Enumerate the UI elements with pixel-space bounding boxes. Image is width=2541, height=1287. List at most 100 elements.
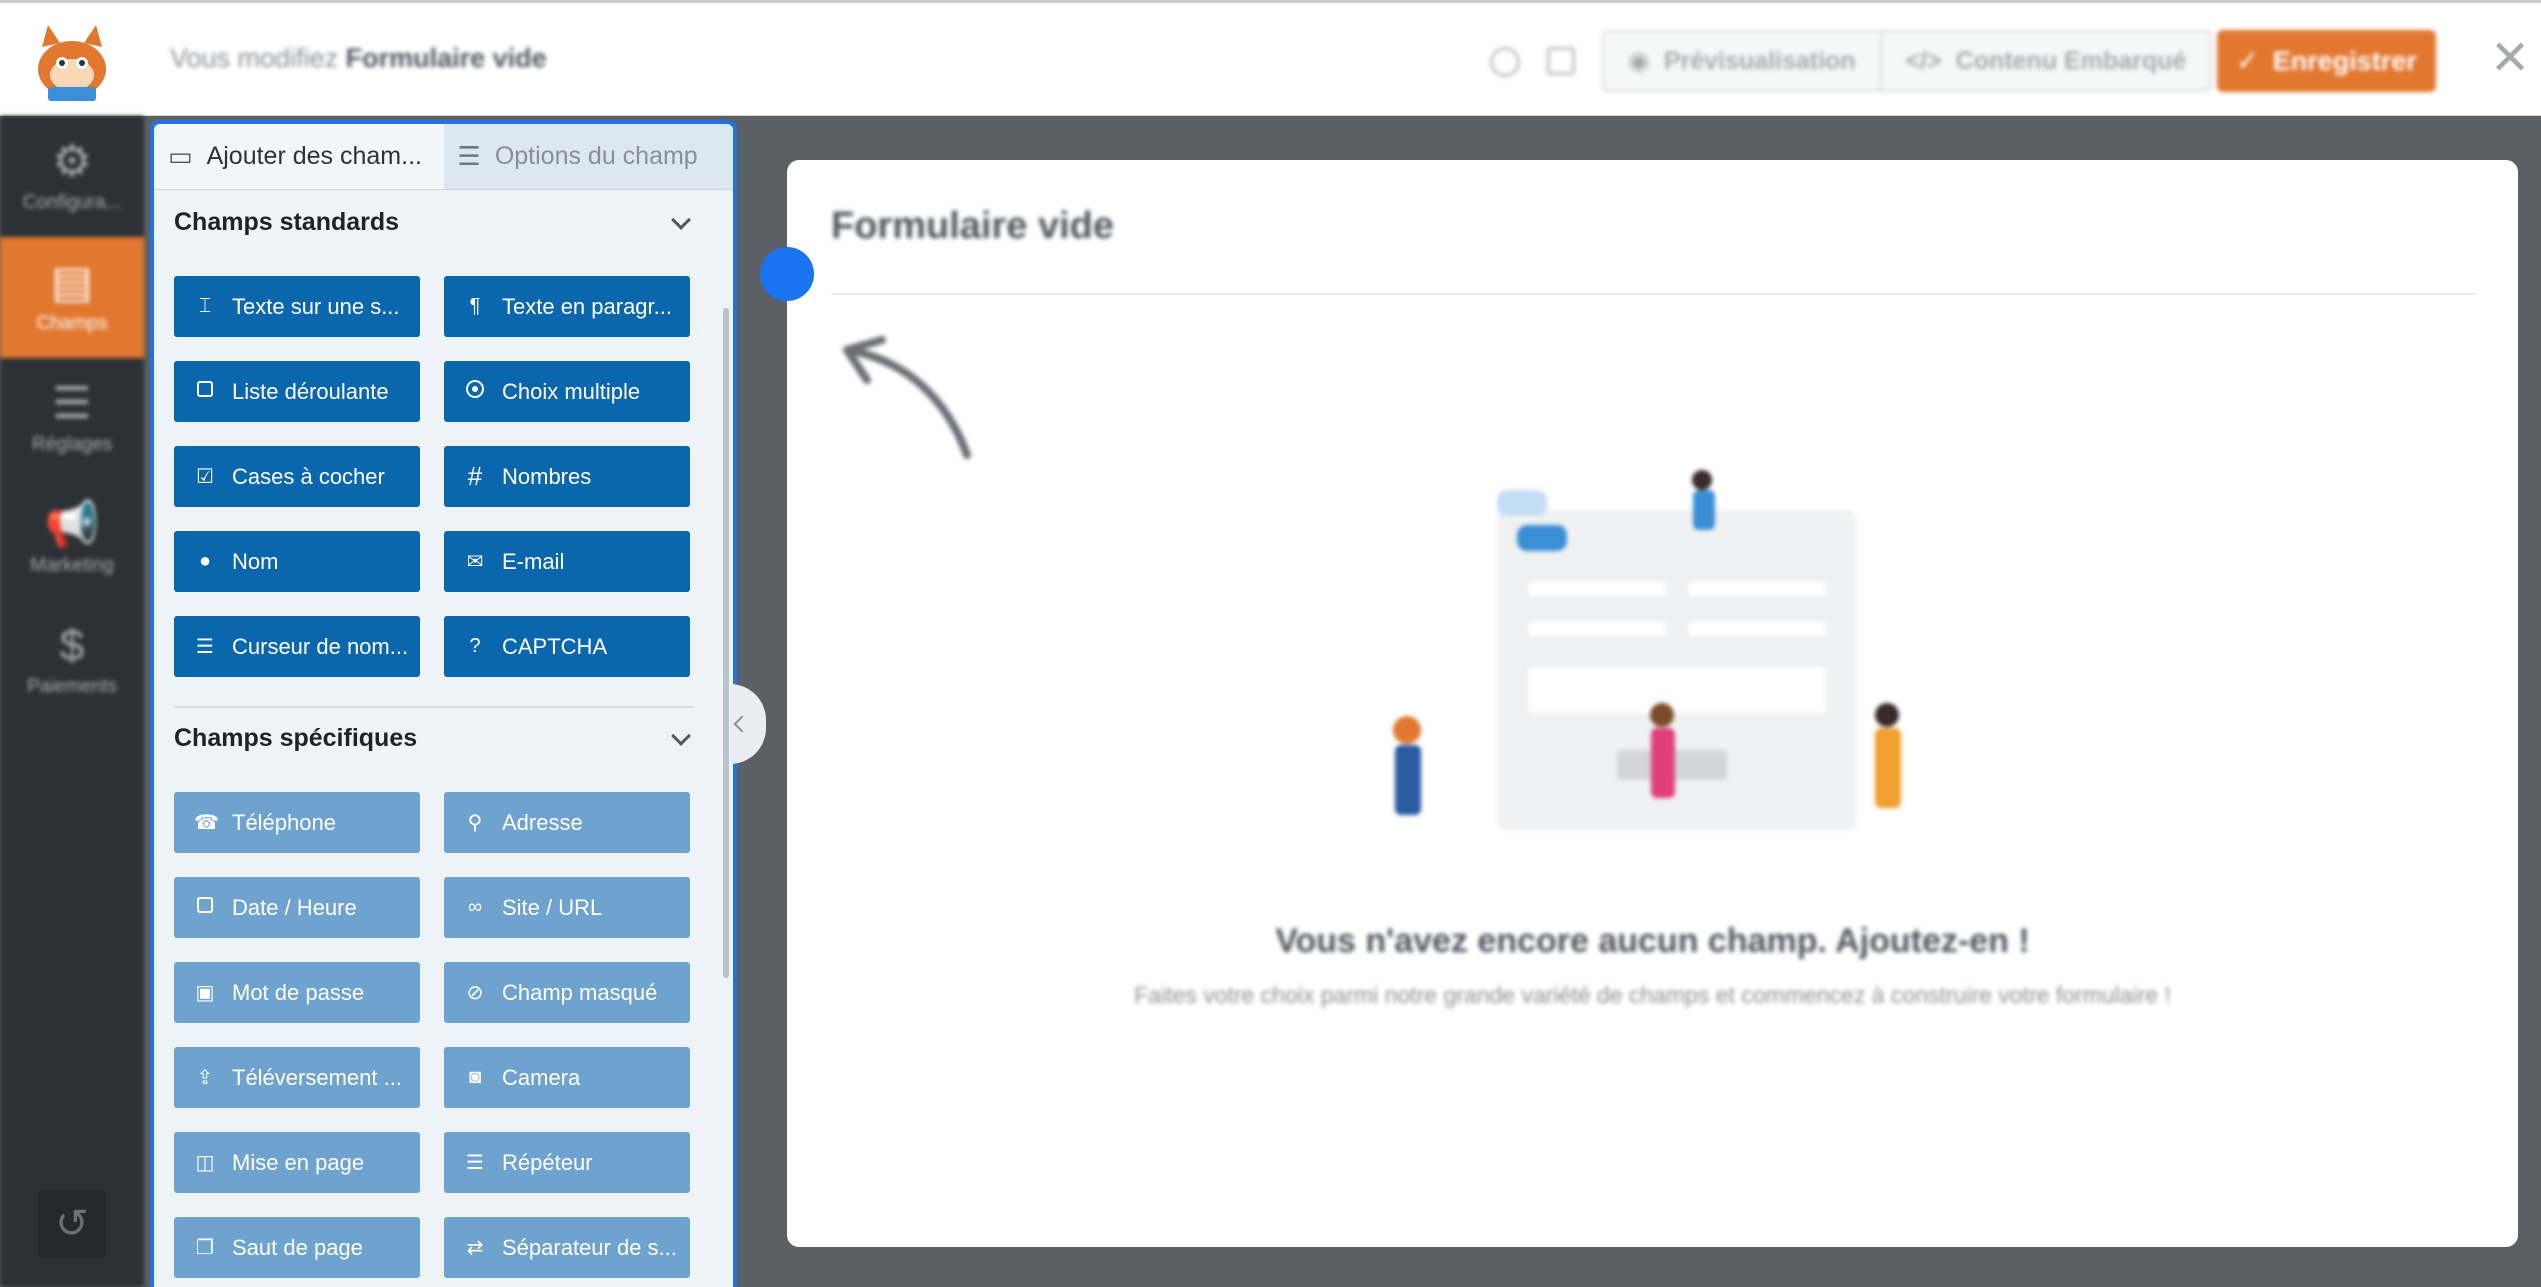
nav-item-settings[interactable]: ☰ Réglages	[0, 358, 144, 479]
fields-icon: ▤	[51, 257, 93, 307]
editing-label: Vous modifiez Formulaire vide	[170, 43, 547, 74]
field-dropdown[interactable]: Liste déroulante	[174, 361, 420, 422]
tab-label: Ajouter des cham...	[206, 142, 422, 170]
field-paragraph-text[interactable]: ¶ Texte en paragr...	[444, 276, 690, 337]
section-title: Champs spécifiques	[174, 724, 418, 752]
eye-icon: ◉	[1628, 47, 1650, 75]
logo-icon	[38, 25, 106, 101]
field-file-upload[interactable]: ⇪ Téléversement ...	[174, 1047, 420, 1108]
megaphone-icon: 📢	[44, 499, 100, 549]
field-label: Site / URL	[502, 894, 603, 920]
field-checkboxes[interactable]: ☑ Cases à cocher	[174, 446, 420, 507]
tab-add-fields[interactable]: ▭ Ajouter des cham...	[154, 124, 444, 189]
link-icon: ∞	[467, 896, 483, 918]
preview-button[interactable]: ◉ Prévisualisation	[1604, 32, 1880, 90]
left-sidebar: ⚙ Configura... ▤ Champs ☰ Réglages 📢 Mar…	[0, 116, 144, 1287]
field-label: Camera	[502, 1064, 581, 1090]
field-date-time[interactable]: Date / Heure	[174, 877, 420, 938]
field-layout[interactable]: ◫ Mise en page	[174, 1132, 420, 1193]
envelope-icon: ✉	[466, 551, 484, 573]
text-cursor-icon: ⌶	[199, 295, 211, 317]
list-icon: ☰	[466, 1152, 484, 1174]
action-buttons: ◉ Prévisualisation </> Contenu Embarqué	[1602, 30, 2213, 92]
empty-state-title: Vous n'avez encore aucun champ. Ajoutez-…	[1275, 922, 2030, 960]
nav-label: Paiements	[27, 675, 117, 697]
field-section-divider[interactable]: ⇄ Séparateur de s...	[444, 1217, 690, 1278]
section-divider	[174, 706, 694, 708]
history-icon[interactable]: ↺	[38, 1190, 106, 1258]
list-icon: ▭	[168, 141, 193, 171]
field-email[interactable]: ✉ E-mail	[444, 531, 690, 592]
embed-button[interactable]: </> Contenu Embarqué	[1879, 32, 2211, 90]
field-hidden[interactable]: ⊘ Champ masqué	[444, 962, 690, 1023]
field-label: E-mail	[502, 548, 565, 574]
field-number-slider[interactable]: ☰ Curseur de nom...	[174, 616, 420, 677]
panel-tabs: ▭ Ajouter des cham... ☰ Options du champ	[154, 124, 733, 190]
dollar-icon: $	[59, 620, 85, 670]
field-website-url[interactable]: ∞ Site / URL	[444, 877, 690, 938]
field-label: Adresse	[502, 809, 583, 835]
title-divider	[831, 293, 2476, 295]
empty-state-illustration	[1393, 470, 1901, 830]
form-title[interactable]: Formulaire vide	[831, 205, 1114, 248]
field-label: CAPTCHA	[502, 633, 608, 659]
field-repeater[interactable]: ☰ Répéteur	[444, 1132, 690, 1193]
checkbox-icon: ☑	[196, 466, 214, 488]
field-label: Cases à cocher	[232, 463, 385, 489]
field-numbers[interactable]: # Nombres	[444, 446, 690, 507]
field-camera[interactable]: ◙ Camera	[444, 1047, 690, 1108]
field-single-line-text[interactable]: ⌶ Texte sur une s...	[174, 276, 420, 337]
field-multiple-choice[interactable]: Choix multiple	[444, 361, 690, 422]
section-standard-header[interactable]: Champs standards	[174, 208, 694, 237]
field-password[interactable]: ▣ Mot de passe	[174, 962, 420, 1023]
user-icon: ●	[198, 550, 212, 572]
phone-icon: ☎	[194, 812, 219, 834]
copy-icon: ❐	[196, 1237, 214, 1259]
calendar-icon	[194, 896, 216, 919]
code-icon: </>	[1905, 46, 1942, 75]
field-label: Répéteur	[502, 1149, 593, 1175]
field-label: Nombres	[502, 463, 592, 489]
eye-slash-icon: ⊘	[466, 982, 484, 1004]
tab-field-options[interactable]: ☰ Options du champ	[443, 124, 733, 189]
field-label: Texte en paragr...	[502, 293, 672, 319]
nav-label: Champs	[36, 312, 108, 334]
panel-collapse-handle[interactable]	[730, 684, 766, 764]
field-page-break[interactable]: ❐ Saut de page	[174, 1217, 420, 1278]
nav-item-payments[interactable]: $ Paiements	[0, 600, 144, 721]
field-phone[interactable]: ☎ Téléphone	[174, 792, 420, 853]
field-label: Mot de passe	[232, 979, 365, 1005]
help-icon[interactable]	[1490, 47, 1520, 77]
paragraph-icon: ¶	[469, 295, 481, 317]
radio-icon	[464, 379, 486, 404]
field-label: Téléversement ...	[232, 1064, 402, 1090]
field-name[interactable]: ● Nom	[174, 531, 420, 592]
field-label: Texte sur une s...	[232, 293, 400, 319]
nav-item-marketing[interactable]: 📢 Marketing	[0, 479, 144, 600]
form-preview-canvas: Formulaire vide Vous n'avez encore aucun…	[787, 160, 2518, 1247]
gear-icon: ⚙	[52, 136, 92, 186]
nav-label: Marketing	[30, 554, 114, 576]
editing-form-name: Formulaire vide	[345, 43, 547, 73]
nav-item-fields[interactable]: ▤ Champs	[0, 237, 144, 358]
field-label: Champ masqué	[502, 979, 658, 1005]
field-label: Saut de page	[232, 1234, 363, 1260]
field-label: Mise en page	[232, 1149, 365, 1175]
chevron-down-icon	[671, 209, 691, 230]
preview-label: Prévisualisation	[1663, 46, 1856, 75]
field-label: Séparateur de s...	[502, 1234, 677, 1260]
list-view-icon[interactable]	[1547, 47, 1575, 75]
nav-item-setup[interactable]: ⚙ Configura...	[0, 116, 144, 237]
close-icon[interactable]: ✕	[2490, 35, 2530, 83]
lock-icon: ▣	[195, 982, 215, 1004]
nav-label: Configura...	[22, 191, 122, 213]
scrollbar[interactable]	[723, 308, 729, 978]
section-specific-header[interactable]: Champs spécifiques	[174, 724, 694, 753]
save-button[interactable]: ✓ Enregistrer	[2217, 30, 2436, 92]
sliders-icon: ☰	[457, 141, 481, 171]
sliders-icon: ☰	[196, 636, 214, 658]
field-label: Curseur de nom...	[232, 633, 409, 659]
field-address[interactable]: ⚲ Adresse	[444, 792, 690, 853]
cursor-indicator	[760, 247, 814, 301]
field-captcha[interactable]: ? CAPTCHA	[444, 616, 690, 677]
